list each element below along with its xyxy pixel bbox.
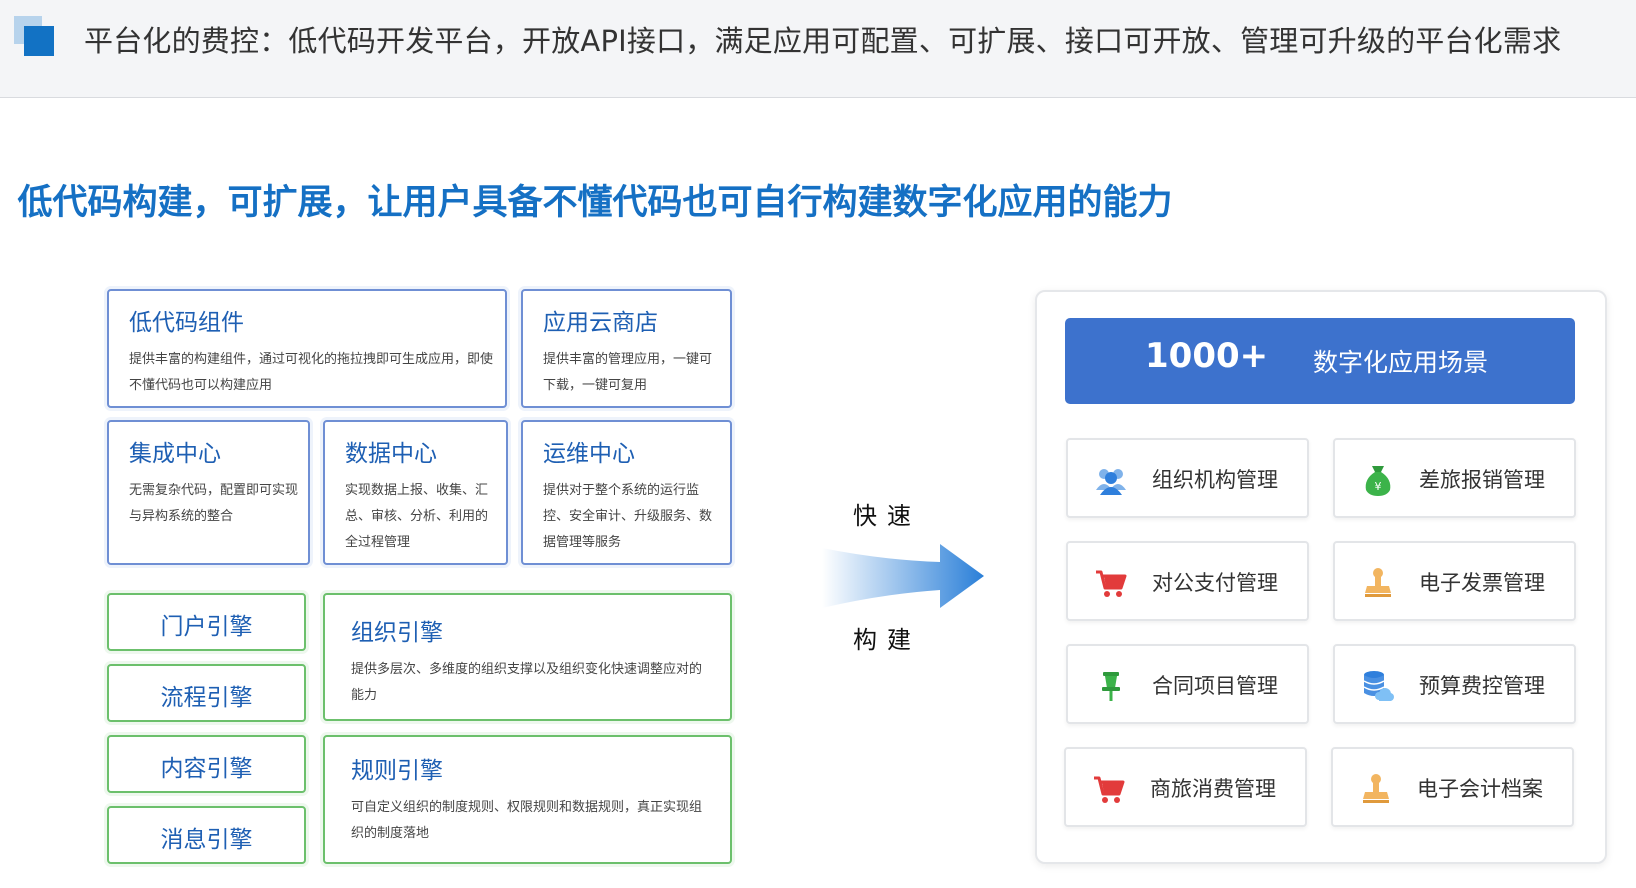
arrow-bottom-label: 构建 xyxy=(853,626,921,654)
card-title: 流程引擎 xyxy=(160,685,253,711)
svg-text:¥: ¥ xyxy=(1375,480,1382,493)
card-process-engine: 流程引擎 xyxy=(107,664,306,722)
card-rule-engine: 规则引擎 可自定义组织的制度规则、权限规则和数据规则，真正实现组织的制度落地 xyxy=(323,735,732,864)
scenario-label: 商旅消费管理 xyxy=(1150,777,1276,801)
scenario-card-contract-project: 合同项目管理 xyxy=(1066,644,1309,724)
card-message-engine: 消息引擎 xyxy=(107,806,306,864)
scenario-card-org-management: 组织机构管理 xyxy=(1066,438,1309,518)
scenario-card-budget-control: 预算费控管理 xyxy=(1333,644,1576,724)
scenario-label: 电子会计档案 xyxy=(1417,777,1543,801)
scenario-label: 合同项目管理 xyxy=(1152,674,1278,698)
card-data-center: 数据中心 实现数据上报、收集、汇总、审核、分析、利用的全过程管理 xyxy=(323,420,508,565)
logo-square-front xyxy=(24,26,54,56)
scenario-label: 预算费控管理 xyxy=(1419,674,1545,698)
card-desc: 提供对于整个系统的运行监控、安全审计、升级服务、数据管理等服务 xyxy=(543,483,713,550)
headline: 低代码构建，可扩展，让用户具备不懂代码也可自行构建数字化应用的能力 xyxy=(17,183,1173,223)
card-desc: 提供丰富的构建组件，通过可视化的拖拉拽即可生成应用，即使不懂代码也可以构建应用 xyxy=(129,352,494,393)
page-title: 平台化的费控：低代码开发平台，开放API接口，满足应用可配置、可扩展、接口可开放… xyxy=(84,24,1562,58)
stamp-icon xyxy=(1365,568,1391,597)
shopping-cart-icon xyxy=(1094,776,1125,803)
card-org-engine: 组织引擎 提供多层次、多维度的组织支撑以及组织变化快速调整应对的能力 xyxy=(323,593,732,721)
stamp-icon xyxy=(1363,774,1389,803)
card-title: 消息引擎 xyxy=(160,827,253,853)
card-app-store: 应用云商店 提供丰富的管理应用，一键可下载，一键可复用 xyxy=(521,289,732,408)
card-title: 内容引擎 xyxy=(160,756,253,782)
card-integration-center: 集成中心 无需复杂代码，配置即可实现与异构系统的整合 xyxy=(107,420,310,565)
scenario-card-e-accounting-archive: 电子会计档案 xyxy=(1331,747,1574,827)
card-lowcode-components: 低代码组件 提供丰富的构建组件，通过可视化的拖拉拽即可生成应用，即使不懂代码也可… xyxy=(107,289,507,408)
card-ops-center: 运维中心 提供对于整个系统的运行监控、安全审计、升级服务、数据管理等服务 xyxy=(521,420,732,565)
database-cloud-icon xyxy=(1363,671,1394,701)
arrow-top-label: 快速 xyxy=(853,502,921,530)
scenario-banner-label: 数字化应用场景 xyxy=(1313,348,1489,377)
card-title: 集成中心 xyxy=(129,441,221,467)
scenario-label: 电子发票管理 xyxy=(1419,571,1545,595)
scenario-label: 组织机构管理 xyxy=(1152,468,1278,492)
card-title: 低代码组件 xyxy=(129,310,244,336)
scenario-label: 差旅报销管理 xyxy=(1419,468,1545,492)
card-title: 数据中心 xyxy=(345,441,437,467)
card-title: 门户引擎 xyxy=(160,614,253,640)
card-portal-engine: 门户引擎 xyxy=(107,593,306,651)
scenario-card-corporate-payment: 对公支付管理 xyxy=(1066,541,1309,621)
pin-icon xyxy=(1102,672,1120,701)
card-title: 组织引擎 xyxy=(351,620,443,646)
scenario-banner: 1000+ 数字化应用场景 xyxy=(1065,318,1575,404)
card-content-engine: 内容引擎 xyxy=(107,735,306,793)
people-icon xyxy=(1096,469,1126,495)
card-desc: 提供多层次、多维度的组织支撑以及组织变化快速调整应对的能力 xyxy=(351,662,703,703)
scenario-label: 对公支付管理 xyxy=(1152,571,1278,595)
right-arrow-icon xyxy=(822,544,984,608)
scenario-count: 1000+ xyxy=(1145,336,1269,376)
shopping-cart-icon xyxy=(1096,570,1127,597)
card-desc: 实现数据上报、收集、汇总、审核、分析、利用的全过程管理 xyxy=(345,483,489,550)
card-title: 应用云商店 xyxy=(543,310,658,336)
scenario-card-e-invoice: 电子发票管理 xyxy=(1333,541,1576,621)
card-desc: 提供丰富的管理应用，一键可下载，一键可复用 xyxy=(543,352,713,393)
money-bag-icon: ¥ xyxy=(1365,466,1391,496)
card-title: 规则引擎 xyxy=(351,758,443,784)
card-desc: 无需复杂代码，配置即可实现与异构系统的整合 xyxy=(129,483,299,524)
card-title: 运维中心 xyxy=(543,441,635,467)
scenario-card-business-travel: 商旅消费管理 xyxy=(1064,747,1307,827)
scenario-card-travel-reimbursement: ¥ 差旅报销管理 xyxy=(1333,438,1576,518)
card-desc: 可自定义组织的制度规则、权限规则和数据规则，真正实现组织的制度落地 xyxy=(351,800,703,841)
